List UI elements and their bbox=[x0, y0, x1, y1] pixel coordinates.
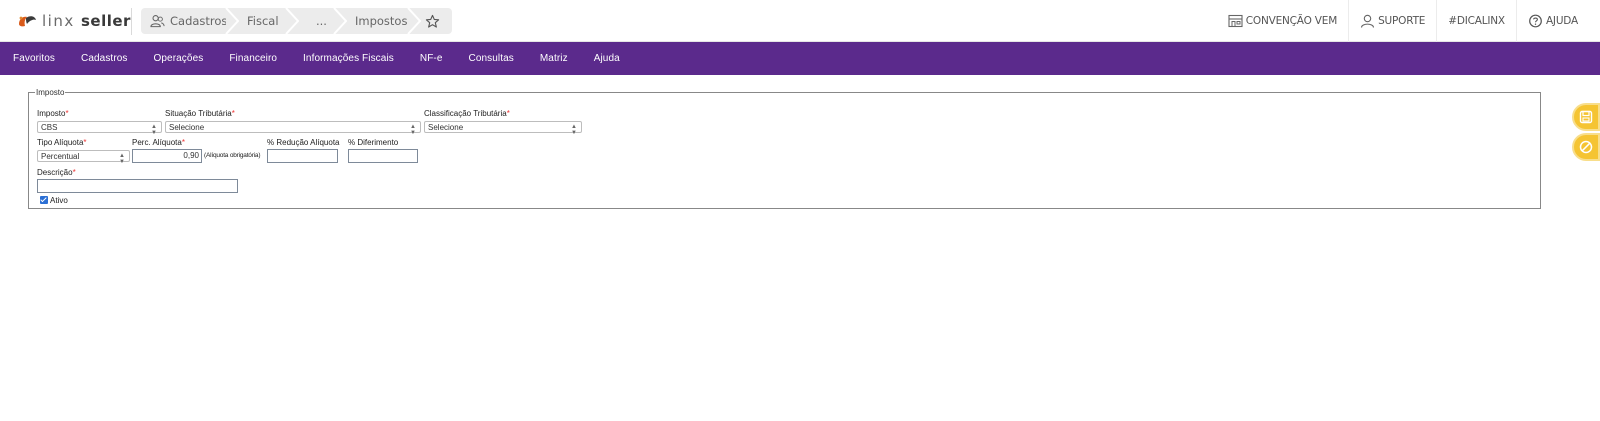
breadcrumb-item-ellipsis[interactable]: ... bbox=[293, 8, 347, 34]
ativo-checkbox[interactable] bbox=[40, 196, 48, 204]
breadcrumb-label: Cadastros bbox=[170, 14, 228, 28]
convencao-link[interactable]: CONVENÇÃO VEM bbox=[1217, 0, 1348, 42]
diferimento-label: % Diferimento bbox=[348, 138, 399, 147]
favorite-star-button[interactable] bbox=[415, 8, 452, 34]
menu-item-consultas[interactable]: Consultas bbox=[469, 53, 514, 64]
menu-item-ajuda[interactable]: Ajuda bbox=[594, 53, 620, 64]
convencao-label: CONVENÇÃO VEM bbox=[1245, 15, 1338, 27]
select-arrow-icon: ▲ ▼ bbox=[410, 124, 416, 136]
menu-item-informacoes-fiscais[interactable]: Informações Fiscais bbox=[303, 53, 394, 64]
users-icon bbox=[150, 15, 165, 28]
imposto-select[interactable]: CBS ▲ ▼ bbox=[37, 121, 162, 136]
header-divider bbox=[131, 8, 132, 35]
classificacao-tributaria-select[interactable]: Selecione ▲ ▼ bbox=[424, 121, 582, 136]
tipo-aliquota-label: Tipo Alíquota* bbox=[37, 138, 87, 147]
linx-seller-logo[interactable]: linx seller bbox=[17, 11, 131, 31]
menu-item-favoritos[interactable]: Favoritos bbox=[13, 53, 55, 64]
classificacao-label: Classificação Tributária* bbox=[424, 109, 510, 118]
suporte-label: SUPORTE bbox=[1378, 15, 1426, 27]
aliquota-hint: (Alíquota obrigatória) bbox=[204, 152, 261, 159]
top-header: linx seller Cadastros Fiscal ... Imposto… bbox=[0, 0, 1600, 42]
dicalinx-label: #DICALINX bbox=[1448, 15, 1505, 27]
breadcrumb-label: Fiscal bbox=[247, 14, 279, 28]
help-icon bbox=[1529, 14, 1542, 28]
menu-item-matriz[interactable]: Matriz bbox=[540, 53, 568, 64]
descricao-input[interactable] bbox=[37, 179, 238, 193]
logo-text: linx seller bbox=[42, 12, 131, 30]
tipo-aliquota-value: Percentual bbox=[41, 152, 80, 161]
perc-aliquota-input[interactable]: 0,90 bbox=[132, 149, 202, 163]
classificacao-value: Selecione bbox=[428, 123, 464, 132]
diferimento-input[interactable] bbox=[348, 149, 418, 163]
breadcrumb-label: Impostos bbox=[355, 14, 408, 28]
menu-item-cadastros[interactable]: Cadastros bbox=[81, 53, 127, 64]
menu-item-financeiro[interactable]: Financeiro bbox=[229, 53, 277, 64]
menu-item-nfe[interactable]: NF-e bbox=[420, 53, 443, 64]
reducao-aliquota-label: % Redução Alíquota bbox=[267, 138, 340, 147]
cancel-float-button[interactable] bbox=[1572, 133, 1600, 161]
select-arrow-icon: ▲ ▼ bbox=[119, 153, 125, 165]
situacao-label: Situação Tributária* bbox=[165, 109, 235, 118]
menu-item-operacoes[interactable]: Operações bbox=[154, 53, 204, 64]
ativo-label: Ativo bbox=[50, 196, 68, 205]
ajuda-link[interactable]: AJUDA bbox=[1515, 0, 1600, 42]
suporte-link[interactable]: SUPORTE bbox=[1348, 0, 1436, 42]
breadcrumb-item-impostos[interactable]: Impostos bbox=[341, 8, 421, 34]
main-menu: Favoritos Cadastros Operações Financeiro… bbox=[0, 42, 1600, 75]
situacao-value: Selecione bbox=[169, 123, 205, 132]
imposto-value: CBS bbox=[41, 123, 58, 132]
select-arrow-icon: ▲ ▼ bbox=[571, 124, 577, 136]
save-icon bbox=[1579, 110, 1593, 124]
breadcrumb-item-fiscal[interactable]: Fiscal bbox=[233, 8, 299, 34]
situacao-tributaria-select[interactable]: Selecione ▲ ▼ bbox=[165, 121, 421, 136]
perc-aliquota-label: Perc. Alíquota* bbox=[132, 138, 185, 147]
user-icon bbox=[1361, 14, 1375, 28]
imposto-fieldset: Imposto Imposto* CBS ▲ ▼ Situação Tributár… bbox=[28, 88, 1541, 209]
save-float-button[interactable] bbox=[1572, 103, 1600, 131]
tipo-aliquota-select[interactable]: Percentual ▲ ▼ bbox=[37, 150, 130, 165]
reducao-aliquota-input[interactable] bbox=[267, 149, 338, 163]
descricao-label: Descrição* bbox=[37, 168, 76, 177]
star-icon bbox=[425, 14, 440, 28]
breadcrumb: Cadastros Fiscal ... Impostos bbox=[141, 8, 452, 34]
cancel-icon bbox=[1579, 140, 1593, 154]
breadcrumb-label: ... bbox=[316, 14, 327, 28]
logo-icon bbox=[19, 16, 36, 27]
breadcrumb-item-cadastros[interactable]: Cadastros bbox=[141, 8, 239, 34]
dicalinx-link[interactable]: #DICALINX bbox=[1436, 0, 1516, 42]
store-icon bbox=[1228, 14, 1243, 28]
fieldset-legend: Imposto bbox=[36, 88, 65, 97]
select-arrow-icon: ▲ ▼ bbox=[151, 124, 157, 136]
header-links: CONVENÇÃO VEM SUPORTE #DICALINX AJUDA bbox=[1217, 0, 1600, 42]
imposto-label: Imposto* bbox=[37, 109, 69, 118]
ajuda-label: AJUDA bbox=[1545, 15, 1578, 27]
